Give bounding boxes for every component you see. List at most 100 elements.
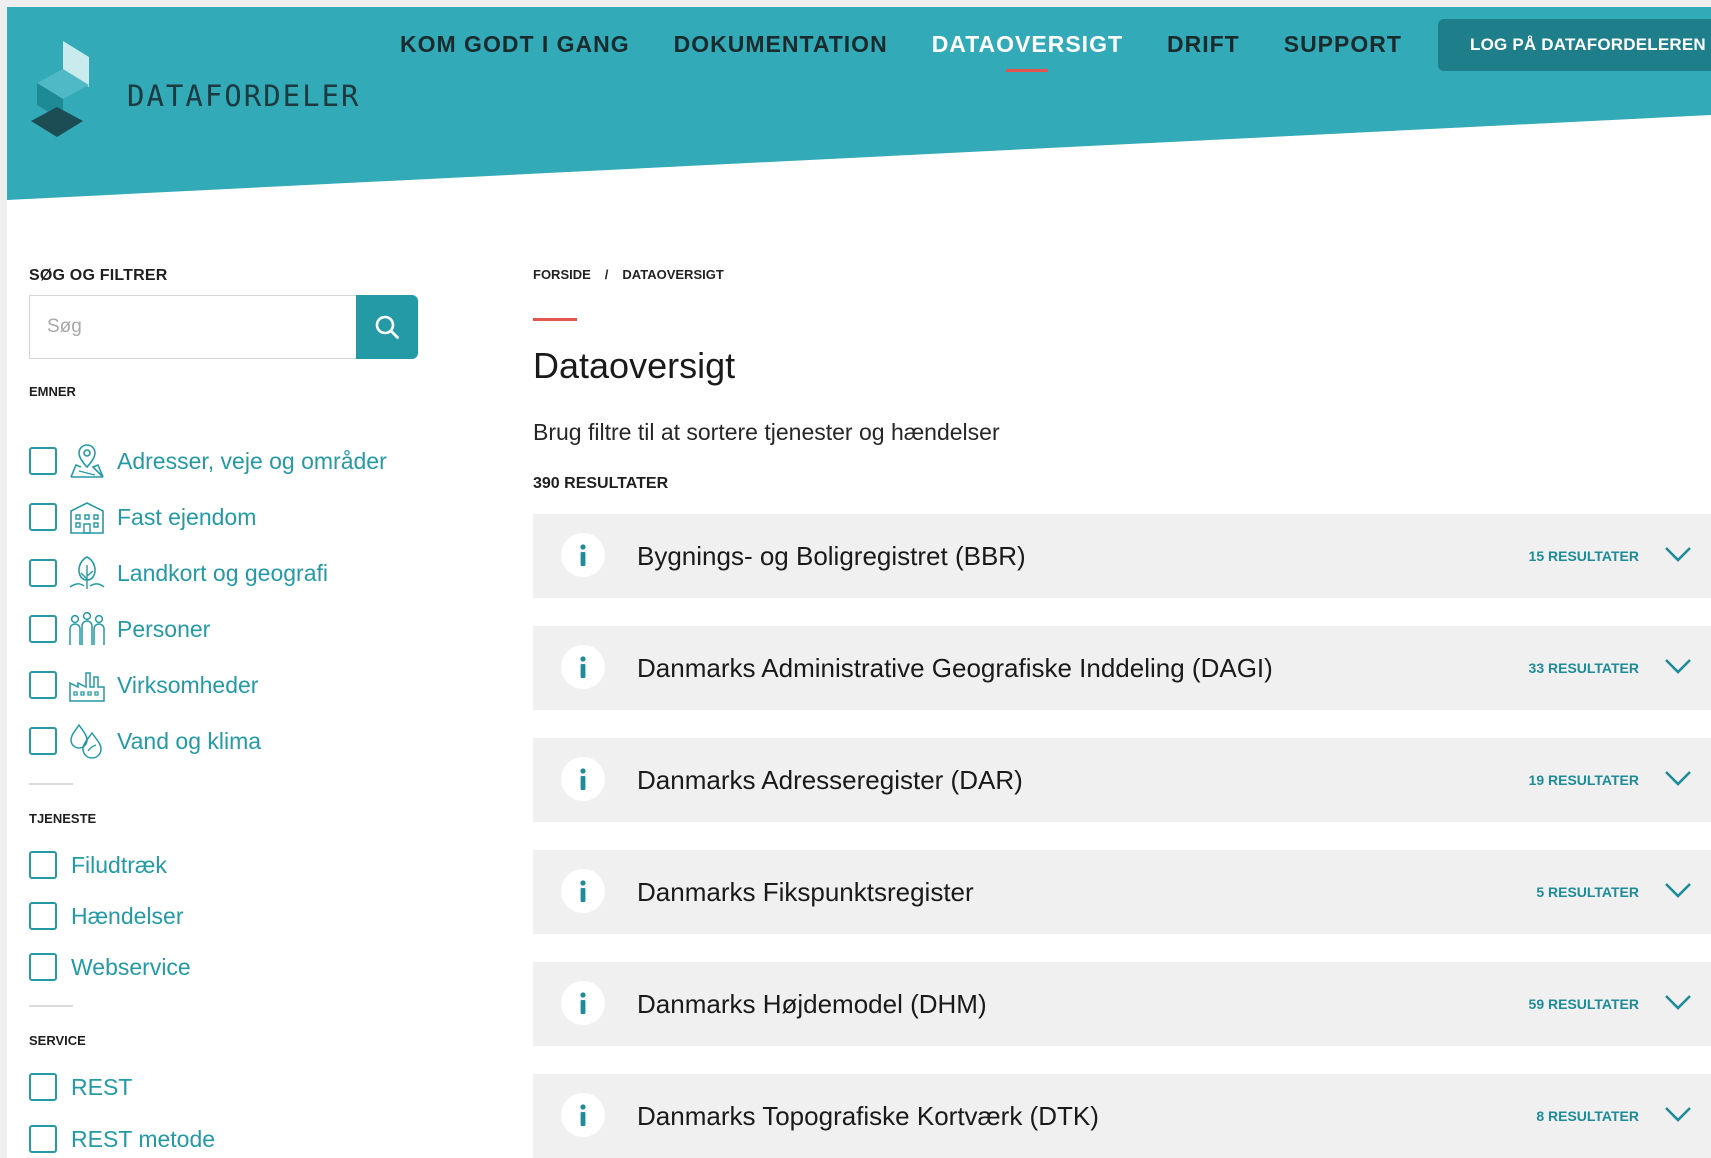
register-result-count: 15 RESULTATER	[1528, 548, 1639, 564]
page: DATAFORDELER KOM GODT I GANG DOKUMENTATI…	[7, 7, 1711, 1158]
filter-label: Landkort og geografi	[117, 559, 328, 586]
filter-emne-virksomheder[interactable]: Virksomheder	[29, 668, 258, 702]
register-title: Danmarks Adresseregister (DAR)	[637, 764, 1023, 795]
chevron-down-icon[interactable]	[1663, 878, 1693, 902]
nav-item-drift[interactable]: DRIFT	[1167, 31, 1240, 58]
info-button[interactable]	[561, 533, 605, 577]
register-result-count: 8 RESULTATER	[1536, 1108, 1639, 1124]
checkbox[interactable]	[29, 902, 57, 930]
login-button[interactable]: LOG PÅ DATAFORDELEREN	[1438, 19, 1711, 71]
filter-emne-fast-ejendom[interactable]: Fast ejendom	[29, 500, 256, 534]
register-title: Danmarks Fikspunktsregister	[637, 876, 974, 907]
filter-emne-vand-og-klima[interactable]: Vand og klima	[29, 723, 262, 759]
info-icon	[580, 992, 586, 1014]
filter-tjeneste-filudtraek[interactable]: Filudtræk	[29, 848, 167, 882]
search-icon	[375, 315, 399, 339]
filter-emne-adresser[interactable]: Adresser, veje og områder	[29, 444, 387, 478]
filter-tjeneste-haendelser[interactable]: Hændelser	[29, 899, 184, 933]
filter-label: REST	[71, 1073, 133, 1100]
filter-service-rest[interactable]: REST	[29, 1070, 132, 1104]
chevron-down-icon[interactable]	[1663, 1102, 1693, 1126]
checkbox[interactable]	[29, 727, 57, 755]
breadcrumb-current: DATAOVERSIGT	[622, 267, 724, 282]
info-icon	[580, 1104, 586, 1126]
info-button[interactable]	[561, 869, 605, 913]
page-title: Dataoversigt	[533, 345, 736, 386]
register-row-fikspunkt[interactable]: Danmarks Fikspunktsregister 5 RESULTATER	[533, 850, 1711, 934]
result-count: 390 RESULTATER	[533, 475, 669, 492]
info-button[interactable]	[561, 757, 605, 801]
register-row-dtk[interactable]: Danmarks Topografiske Kortværk (DTK) 8 R…	[533, 1074, 1711, 1158]
chevron-down-icon[interactable]	[1663, 766, 1693, 790]
filter-emne-personer[interactable]: Personer	[29, 611, 211, 646]
checkbox[interactable]	[29, 953, 57, 981]
info-icon	[580, 880, 586, 902]
page-subtitle: Brug filtre til at sortere tjenester og …	[533, 419, 1000, 445]
register-title: Danmarks Topografiske Kortværk (DTK)	[637, 1100, 1099, 1131]
info-icon	[580, 768, 586, 790]
factory-icon	[69, 672, 105, 702]
filter-label: Adresser, veje og områder	[117, 447, 387, 474]
checkbox[interactable]	[29, 671, 57, 699]
checkbox[interactable]	[29, 559, 57, 587]
breadcrumb-separator: /	[604, 267, 609, 282]
sidebar-heading: SØG OG FILTRER	[29, 267, 168, 284]
filter-label: Webservice	[71, 953, 191, 980]
nav-item-dokumentation[interactable]: DOKUMENTATION	[674, 31, 888, 58]
info-button[interactable]	[561, 645, 605, 689]
group-heading-emner: EMNER	[29, 384, 76, 399]
nav-item-kom-godt-i-gang[interactable]: KOM GODT I GANG	[400, 31, 630, 58]
register-row-dhm[interactable]: Danmarks Højdemodel (DHM) 59 RESULTATER	[533, 962, 1711, 1046]
info-icon	[580, 544, 586, 566]
filter-label: Hændelser	[71, 902, 184, 929]
register-result-count: 19 RESULTATER	[1528, 772, 1639, 788]
breadcrumb-home-link[interactable]: FORSIDE	[533, 267, 591, 282]
register-title: Bygnings- og Boligregistret (BBR)	[637, 540, 1026, 571]
water-drop-icon	[70, 723, 102, 759]
info-button[interactable]	[561, 1093, 605, 1137]
filter-service-rest-metode[interactable]: REST metode	[29, 1122, 215, 1156]
register-result-count: 59 RESULTATER	[1528, 996, 1639, 1012]
checkbox[interactable]	[29, 851, 57, 879]
logo-mark-icon	[31, 41, 89, 137]
filter-label: REST metode	[71, 1125, 216, 1152]
search-box	[29, 295, 418, 359]
checkbox[interactable]	[29, 503, 57, 531]
chevron-down-icon[interactable]	[1663, 990, 1693, 1014]
register-row-dar[interactable]: Danmarks Adresseregister (DAR) 19 RESULT…	[533, 738, 1711, 822]
chevron-down-icon[interactable]	[1663, 654, 1693, 678]
register-result-count: 33 RESULTATER	[1528, 660, 1639, 676]
register-result-count: 5 RESULTATER	[1536, 884, 1639, 900]
filter-emne-landkort[interactable]: Landkort og geografi	[29, 556, 328, 590]
breadcrumb: FORSIDE / DATAOVERSIGT	[533, 267, 724, 282]
register-row-bbr[interactable]: Bygnings- og Boligregistret (BBR) 15 RES…	[533, 514, 1711, 598]
site-header: DATAFORDELER KOM GODT I GANG DOKUMENTATI…	[7, 7, 1711, 207]
register-row-dagi[interactable]: Danmarks Administrative Geografiske Indd…	[533, 626, 1711, 710]
main-nav: KOM GODT I GANG DOKUMENTATION DATAOVERSI…	[400, 31, 1446, 72]
filter-sidebar: SØG OG FILTRER EMNER Adresser, veje og o…	[29, 267, 429, 1153]
filter-label: Personer	[117, 615, 211, 642]
checkbox[interactable]	[29, 615, 57, 643]
nav-item-dataoversigt[interactable]: DATAOVERSIGT	[932, 31, 1123, 72]
filter-label: Virksomheder	[117, 671, 259, 698]
tree-landscape-icon	[69, 556, 105, 589]
search-input[interactable]	[29, 295, 357, 359]
register-title: Danmarks Administrative Geografiske Indd…	[637, 652, 1273, 683]
search-button[interactable]	[356, 295, 418, 359]
checkbox[interactable]	[29, 1125, 57, 1153]
divider	[29, 1005, 73, 1007]
filter-label: Filudtræk	[71, 851, 167, 878]
chevron-down-icon[interactable]	[1663, 542, 1693, 566]
building-icon	[70, 502, 104, 534]
divider	[29, 783, 73, 785]
logo[interactable]: DATAFORDELER	[27, 41, 359, 141]
title-accent-line	[533, 318, 577, 321]
filter-label: Vand og klima	[117, 727, 262, 754]
checkbox[interactable]	[29, 447, 57, 475]
info-button[interactable]	[561, 981, 605, 1025]
logo-text: DATAFORDELER	[127, 79, 361, 113]
people-icon	[69, 611, 105, 645]
filter-tjeneste-webservice[interactable]: Webservice	[29, 950, 191, 984]
checkbox[interactable]	[29, 1073, 57, 1101]
nav-item-support[interactable]: SUPPORT	[1284, 31, 1402, 58]
